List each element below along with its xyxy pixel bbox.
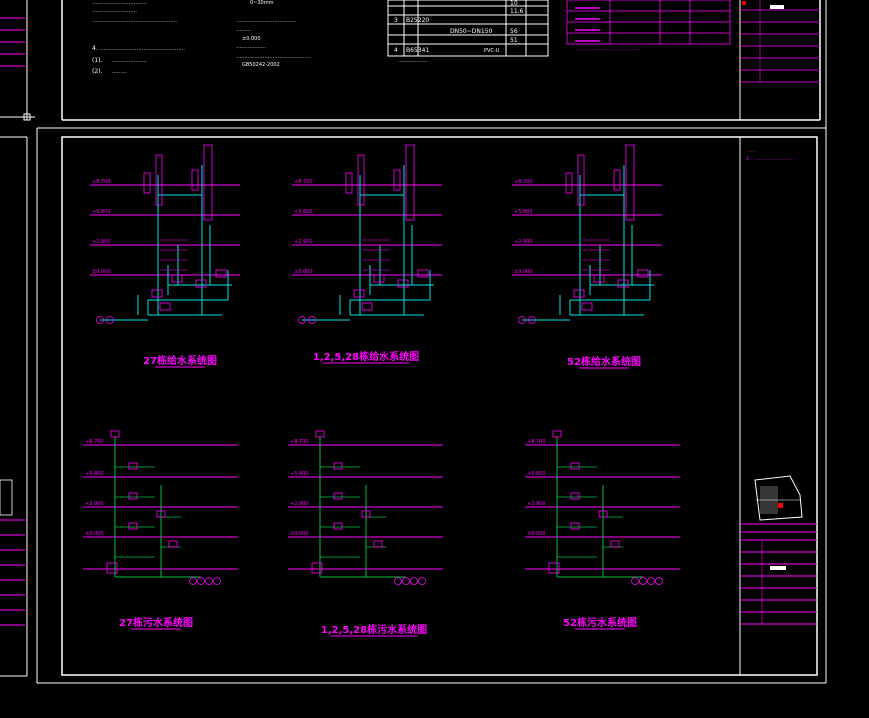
floor-level-label: +5.800 xyxy=(527,471,546,477)
floor-level-label: +5.800 xyxy=(92,209,111,215)
floor-level-label: +2.900 xyxy=(290,501,309,507)
floor-level-label: +2.900 xyxy=(514,239,533,245)
top-note-item-4: 4. xyxy=(92,45,98,52)
table-qty-1: 10 xyxy=(510,0,518,7)
top-note-elevation: ±0.000 xyxy=(242,36,261,42)
floor-level-label: ±0.000 xyxy=(92,269,111,275)
floor-level-label: +8.700 xyxy=(514,179,533,185)
floor-level-label: +2.900 xyxy=(92,239,111,245)
diagram-title: 1,2,5,28栋给水系统图 xyxy=(313,350,419,363)
table-qty-5: 51 xyxy=(510,37,518,44)
floor-level-label: ±0.000 xyxy=(290,531,309,537)
floor-level-label: +8.700 xyxy=(92,179,111,185)
table-code-4: DN50~DN150 xyxy=(450,28,493,35)
floor-level-label: +5.800 xyxy=(294,209,313,215)
svg-text:………………: ……………… xyxy=(398,58,428,64)
table-code-6: B65341 xyxy=(406,47,429,54)
svg-text:…………………………………: ………………………………… xyxy=(575,46,640,52)
svg-text:………: ……… xyxy=(112,69,127,75)
floor-level-label: ±0.000 xyxy=(527,531,546,537)
floor-level-label: +5.800 xyxy=(85,471,104,477)
floor-level-label: +8.700 xyxy=(294,179,313,185)
red-marker-icon xyxy=(742,1,746,5)
svg-text:………………………………………: ……………………………………… xyxy=(236,54,311,60)
svg-text:………………: ……………… xyxy=(236,44,266,50)
svg-text:…………………: ………………… xyxy=(112,58,147,64)
diagram-title: 52栋污水系统图 xyxy=(563,616,637,629)
floor-level-label: +2.900 xyxy=(85,501,104,507)
floor-level-label: +5.800 xyxy=(290,471,309,477)
floor-level-label: +8.700 xyxy=(290,439,309,445)
table-code-3: B25220 xyxy=(406,17,429,24)
top-note-standard: GB50242-2002 xyxy=(242,62,280,68)
floor-level-label: +8.700 xyxy=(85,439,104,445)
table-no-6: 4 xyxy=(394,47,398,54)
table-no-3: 3 xyxy=(394,17,398,24)
diagram-title: 27栋给水系统图 xyxy=(143,354,217,367)
floor-level-label: +2.900 xyxy=(527,501,546,507)
svg-text:……………………: …………………… xyxy=(754,156,794,162)
cad-drawing-canvas: …………………………… ……………………… …………………………………………… … xyxy=(0,0,869,718)
top-note-dim: 0~30mm xyxy=(250,0,274,6)
table-qty-6: PVC-U xyxy=(484,48,500,54)
table-qty-4: 56 xyxy=(510,28,518,35)
top-note-item-4-sub1: (1). xyxy=(92,57,102,64)
diagram-title: 1,2,5,28栋污水系统图 xyxy=(321,623,427,636)
svg-text:………: ……… xyxy=(236,27,251,33)
right-note-1: 1. xyxy=(746,156,751,162)
svg-text:……………………………: …………………………… xyxy=(92,0,147,6)
floor-level-label: +8.700 xyxy=(527,439,546,445)
table-qty-2: 11.6 xyxy=(510,8,524,15)
svg-text:……………………………………………: …………………………………………… xyxy=(100,46,185,52)
floor-level-label: ±0.000 xyxy=(294,269,313,275)
svg-text:………………………………: ……………………………… xyxy=(236,18,296,24)
floor-level-label: +5.800 xyxy=(514,209,533,215)
floor-level-label: +2.900 xyxy=(294,239,313,245)
floor-level-label: ±0.000 xyxy=(514,269,533,275)
svg-text:……: …… xyxy=(746,148,756,154)
diagram-title: 27栋污水系统图 xyxy=(119,616,193,629)
diagram-title: 52栋给水系统图 xyxy=(567,355,641,368)
svg-text:………………………: ……………………… xyxy=(92,8,137,14)
svg-text:……………………………………………: …………………………………………… xyxy=(92,18,177,24)
top-note-item-4-sub2: (2). xyxy=(92,68,102,75)
floor-level-label: ±0.000 xyxy=(85,531,104,537)
